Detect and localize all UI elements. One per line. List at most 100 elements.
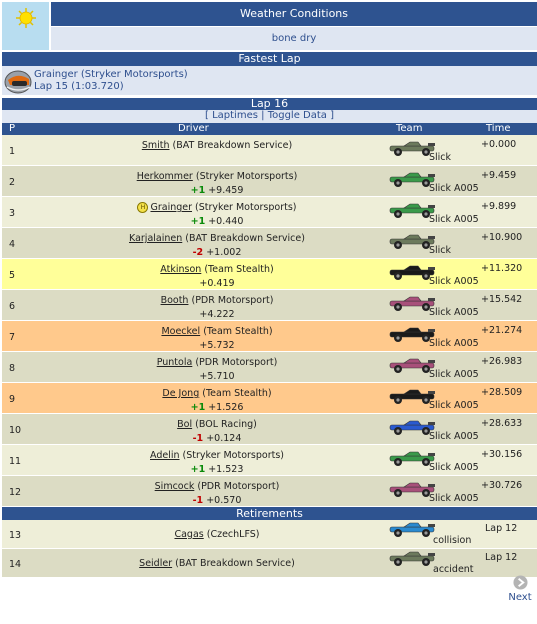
team-name: (Team Stealth) bbox=[202, 388, 272, 399]
team-name: (PDR Motorsport) bbox=[191, 295, 274, 306]
driver-name-link[interactable]: Smith bbox=[142, 140, 170, 151]
position: 3 bbox=[9, 208, 16, 219]
table-row: 5 Atkinson (Team Stealth) +0.419 Slick A005… bbox=[2, 259, 537, 290]
table-row: 2 Herkommer (Stryker Motorsports) +1 +9.45… bbox=[2, 166, 537, 197]
position: 4 bbox=[9, 239, 16, 250]
tyre-type: Slick A005 bbox=[429, 462, 479, 473]
car-icon bbox=[388, 521, 438, 538]
laptimes-link[interactable]: Laptimes bbox=[212, 110, 258, 121]
position-change: +1 bbox=[190, 464, 206, 475]
driver-name-link[interactable]: Herkommer bbox=[137, 171, 193, 182]
tyre-type: Slick A005 bbox=[429, 307, 479, 318]
position: 13 bbox=[9, 530, 22, 541]
retirement-reason: collision bbox=[433, 535, 472, 546]
time-delta: +9.459 bbox=[208, 185, 244, 196]
table-row: 4 Karjalainen (BAT Breakdown Service) -2 +… bbox=[2, 228, 537, 259]
driver-name-link[interactable]: Grainger bbox=[150, 202, 192, 213]
table-row: 9 De Jong (Team Stealth) +1 +1.526 Slick A0… bbox=[2, 383, 537, 414]
retirement-row: 14 Seidler (BAT Breakdown Service) acciden… bbox=[2, 549, 537, 578]
team-name: (Team Stealth) bbox=[203, 326, 273, 337]
weather-panel: Weather Conditions bone dry bbox=[2, 2, 537, 50]
retirement-reason: accident bbox=[433, 564, 474, 575]
gap-time: +26.983 bbox=[481, 356, 523, 367]
team-name: (Stryker Motorsports) bbox=[182, 450, 284, 461]
table-row: 11 Adelin (Stryker Motorsports) +1 +1.523 S… bbox=[2, 445, 537, 476]
driver-cell: H Grainger (Stryker Motorsports) +1 +0.440 bbox=[77, 201, 357, 229]
team-name: (BOL Racing) bbox=[195, 419, 257, 430]
position: 10 bbox=[9, 425, 22, 436]
driver-cell: Moeckel (Team Stealth) +5.732 bbox=[77, 325, 357, 353]
gap-time: +11.320 bbox=[481, 263, 523, 274]
driver-cell: Bol (BOL Racing) -1 +0.124 bbox=[77, 418, 357, 446]
driver-name-link[interactable]: Karjalainen bbox=[129, 233, 182, 244]
fastest-lap-driver: Grainger (Stryker Motorsports) bbox=[34, 69, 188, 80]
link-separator: | bbox=[261, 110, 265, 121]
next-button[interactable]: Next bbox=[505, 575, 535, 603]
time-delta: +5.710 bbox=[199, 371, 235, 382]
position-change: -1 bbox=[192, 433, 204, 444]
gap-time: +30.156 bbox=[481, 449, 523, 460]
driver-name-link[interactable]: Simcock bbox=[155, 481, 195, 492]
driver-name-link[interactable]: Atkinson bbox=[160, 264, 201, 275]
time-delta: +0.124 bbox=[206, 433, 242, 444]
bracket-close: ] bbox=[330, 110, 334, 121]
car-icon bbox=[388, 550, 438, 567]
fastest-lap-time: Lap 15 (1:03.720) bbox=[34, 81, 124, 92]
time-delta: +0.570 bbox=[206, 495, 242, 506]
gap-time: +9.899 bbox=[481, 201, 517, 212]
driver-name-link[interactable]: Cagas bbox=[174, 529, 203, 540]
tyre-type: Slick A005 bbox=[429, 338, 479, 349]
tyre-type: Slick A005 bbox=[429, 183, 479, 194]
position-change: +1 bbox=[190, 185, 206, 196]
driver-name-link[interactable]: Bol bbox=[177, 419, 192, 430]
team-name: (BAT Breakdown Service) bbox=[172, 140, 293, 151]
driver-cell: Adelin (Stryker Motorsports) +1 +1.523 bbox=[77, 449, 357, 477]
table-row: 7 Moeckel (Team Stealth) +5.732 Slick A005 +… bbox=[2, 321, 537, 352]
driver-cell: Cagas (CzechLFS) bbox=[77, 529, 357, 540]
bracket-open: [ bbox=[204, 110, 209, 121]
time-delta: +0.419 bbox=[199, 278, 235, 289]
team-name: (BAT Breakdown Service) bbox=[175, 558, 295, 569]
tyre-type: Slick A005 bbox=[429, 369, 479, 380]
toggle-data-link[interactable]: Toggle Data bbox=[268, 110, 327, 121]
driver-cell: Atkinson (Team Stealth) +0.419 bbox=[77, 263, 357, 291]
driver-name-link[interactable]: Adelin bbox=[150, 450, 180, 461]
race-report: Weather Conditions bone dry Fastest Lap … bbox=[2, 2, 537, 578]
position: 2 bbox=[9, 177, 16, 188]
tyre-type: Slick A005 bbox=[429, 400, 479, 411]
time-delta: +1.526 bbox=[208, 402, 244, 413]
position-change: -2 bbox=[192, 247, 204, 258]
tyre-type: Slick bbox=[429, 152, 452, 163]
time-delta: +0.440 bbox=[208, 216, 244, 227]
driver-cell: Karjalainen (BAT Breakdown Service) -2 +1… bbox=[77, 232, 357, 260]
driver-cell: Puntola (PDR Motorsport) +5.710 bbox=[77, 356, 357, 384]
col-driver: Driver bbox=[178, 123, 209, 134]
driver-name-link[interactable]: Seidler bbox=[139, 558, 172, 569]
team-name: (Stryker Motorsports) bbox=[195, 171, 298, 182]
next-label: Next bbox=[508, 592, 532, 603]
table-row: 1 Smith (BAT Breakdown Service) Slick +0.00… bbox=[2, 135, 537, 166]
gap-time: +9.459 bbox=[481, 170, 517, 181]
position-change: -1 bbox=[192, 495, 204, 506]
driver-name-link[interactable]: Booth bbox=[161, 295, 189, 306]
team-name: (BAT Breakdown Service) bbox=[185, 233, 305, 244]
weather-title: Weather Conditions bbox=[51, 2, 537, 26]
driver-cell: De Jong (Team Stealth) +1 +1.526 bbox=[77, 387, 357, 415]
tyre-type: Slick A005 bbox=[429, 214, 479, 225]
retirements-title: Retirements bbox=[2, 507, 537, 520]
position: 11 bbox=[9, 456, 22, 467]
time-delta: +5.732 bbox=[199, 340, 235, 351]
driver-name-link[interactable]: Moeckel bbox=[161, 326, 200, 337]
table-row: 3 H Grainger (Stryker Motorsports) +1 +0.44… bbox=[2, 197, 537, 228]
team-name: (Stryker Motorsports) bbox=[195, 202, 297, 213]
team-name: (Team Stealth) bbox=[204, 264, 274, 275]
time-delta: +1.523 bbox=[208, 464, 244, 475]
driver-name-link[interactable]: De Jong bbox=[162, 388, 199, 399]
position: 9 bbox=[9, 394, 16, 405]
position: 1 bbox=[9, 146, 16, 157]
position: 14 bbox=[9, 559, 22, 570]
driver-name-link[interactable]: Puntola bbox=[157, 357, 193, 368]
gap-time: +15.542 bbox=[481, 294, 523, 305]
gap-time: +28.509 bbox=[481, 387, 523, 398]
retirement-lap: Lap 12 bbox=[485, 523, 518, 534]
